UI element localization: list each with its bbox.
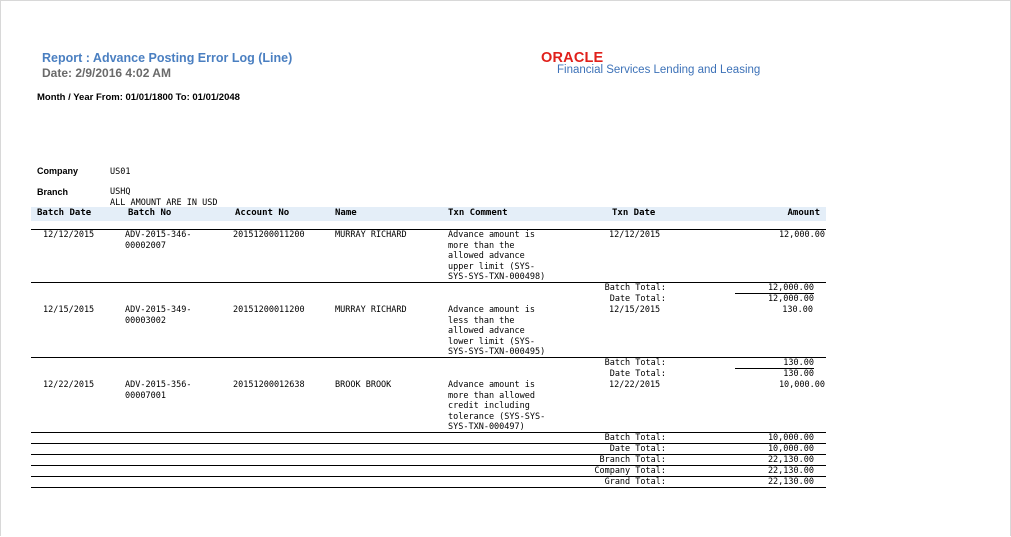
row-txn-comment: Advance amount is less than the allowed … [448,305,546,358]
row-txn-comment: Advance amount is more than the allowed … [448,230,546,283]
logo-tagline: Financial Services Lending and Leasing [557,64,761,76]
divider [31,357,826,358]
row-name: BROOK BROOK [335,380,392,390]
report-title: Report : Advance Posting Error Log (Line… [42,51,293,65]
col-header-account-no: Account No [235,208,290,218]
batch-total-value: 12,000.00 [767,283,814,293]
row-batch-no: ADV-2015-349- 00003002 [125,305,192,326]
col-header-txn-date: Txn Date [612,208,656,218]
batch-total-value: 10,000.00 [767,433,814,443]
date-total-value: 12,000.00 [767,294,814,304]
company-label: Company [37,166,79,176]
company-total-label: Company Total: [594,466,666,476]
date-total-label: Date Total: [609,294,666,304]
row-account-no: 20151200011200 [233,230,305,240]
date-total-value: 10,000.00 [767,444,814,454]
col-header-name: Name [335,208,357,218]
divider [31,465,826,466]
row-txn-date: 12/22/2015 [609,380,661,390]
row-batch-no: ADV-2015-346- 00002007 [125,230,192,251]
grand-total-value: 22,130.00 [767,477,814,487]
date-total-label: Date Total: [609,369,666,379]
row-batch-date: 12/22/2015 [43,380,95,390]
divider [31,443,826,444]
col-header-amount: Amount [787,208,820,218]
row-amount: 130.00 [782,305,813,315]
row-name: MURRAY RICHARD [335,305,407,315]
company-total-value: 22,130.00 [767,466,814,476]
col-header-batch-date: Batch Date [37,208,92,218]
date-total-value: 130.00 [783,369,814,379]
divider [31,432,826,433]
report-date: Date: 2/9/2016 4:02 AM [42,66,171,80]
row-amount: 12,000.00 [778,230,825,240]
divider [31,476,826,477]
row-txn-date: 12/12/2015 [609,230,661,240]
grand-total-label: Grand Total: [604,477,666,487]
batch-total-label: Batch Total: [604,358,666,368]
col-header-batch-no: Batch No [128,208,172,218]
company-value: US01 [110,167,131,177]
branch-label: Branch [37,187,69,197]
branch-total-value: 22,130.00 [767,455,814,465]
row-batch-date: 12/12/2015 [43,230,95,240]
batch-total-label: Batch Total: [604,433,666,443]
date-total-label: Date Total: [609,444,666,454]
report-period: Month / Year From: 01/01/1800 To: 01/01/… [37,92,240,103]
row-batch-no: ADV-2015-356- 00007001 [125,380,192,401]
row-txn-comment: Advance amount is more than allowed cred… [448,380,546,433]
divider [31,454,826,455]
row-amount: 10,000.00 [778,380,825,390]
batch-total-value: 130.00 [783,358,814,368]
branch-value: USHQ [110,187,131,197]
row-account-no: 20151200012638 [233,380,305,390]
row-txn-date: 12/15/2015 [609,305,661,315]
branch-total-label: Branch Total: [599,455,666,465]
divider [31,487,826,488]
row-account-no: 20151200011200 [233,305,305,315]
row-batch-date: 12/15/2015 [43,305,95,315]
batch-total-label: Batch Total: [604,283,666,293]
row-name: MURRAY RICHARD [335,230,407,240]
col-header-txn-comment: Txn Comment [448,208,508,218]
divider [31,282,826,283]
